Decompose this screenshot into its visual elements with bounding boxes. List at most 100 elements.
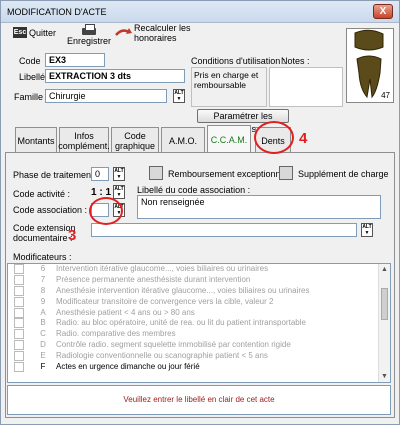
modificateur-code: B [40,318,46,328]
tooth-image: 47 [346,28,394,103]
supplement-label: Supplément de charge [298,169,389,179]
modificateur-description: Contrôle radio. segment squelette immobi… [56,340,291,350]
notes-box[interactable] [269,67,343,107]
recalc-button[interactable]: Recalculer les honoraires [114,23,210,43]
modification-acte-window: MODIFICATION D'ACTE X Esc Quitter Enregi… [0,0,400,425]
conditions-box: Pris en charge et remboursable [191,67,267,107]
code-extension-lookup-button[interactable]: ALT ▼ [361,223,373,237]
recalc-label: Recalculer les honoraires [134,23,191,43]
alt-text: ALT [362,224,372,230]
save-button[interactable]: Enregistrer [67,24,111,46]
tooth-number: 47 [381,91,390,100]
quit-label: Quitter [29,27,57,38]
association-marker-number: 3 [68,227,77,244]
esc-icon: Esc [13,27,27,38]
code-field[interactable]: EX3 [45,53,105,67]
famille-label: Famille [14,92,44,102]
modificateur-checkbox[interactable] [14,296,24,307]
quit-button[interactable]: Esc Quitter [13,27,56,38]
modificateur-description: Intervention itérative glaucome..., voie… [56,264,269,273]
modificateur-row[interactable]: 9 Modificateur transitoire de convergence… [8,296,390,308]
modificateur-code: F [40,362,46,372]
modificateur-code: 9 [40,296,46,306]
modificateur-checkbox[interactable] [14,340,24,351]
dents-tab-highlight-circle [254,121,294,154]
modificateur-checkbox[interactable] [14,362,24,373]
modificateur-checkbox[interactable] [14,264,24,274]
tab-montants[interactable]: Montants [15,127,57,153]
modificateur-checkbox[interactable] [14,274,24,285]
conditions-text: Pris en charge et remboursable [194,70,259,90]
famille-field[interactable]: Chirurgie [45,89,167,103]
alt-text: ALT [174,90,184,96]
close-button[interactable]: X [373,4,393,19]
modificateur-row[interactable]: 6 Intervention itérative glaucome..., voi… [8,264,390,275]
printer-icon [82,24,96,36]
modificateur-description: Anesthésie intervention itérative glauco… [56,285,310,295]
scroll-thumb[interactable] [381,288,388,320]
modificateur-description: Radio. au bloc opératoire, unité de rea.… [56,318,306,328]
modificateur-checkbox[interactable] [14,285,24,296]
modificateurs-scrollbar[interactable]: ▲ ▼ [378,264,390,382]
code-extension-label: Code extension documentaire : [13,223,76,243]
dents-marker-number: 4 [299,130,308,147]
alt-text: ALT [114,168,124,174]
modificateur-code: 8 [40,285,46,295]
code-extension-field[interactable] [91,223,357,237]
supplement-checkbox[interactable] [279,166,293,180]
save-label: Enregistrer [67,36,112,46]
window-title: MODIFICATION D'ACTE [7,7,107,17]
modificateur-row[interactable]: E Radiologie conventionnelle ou scanograp… [8,351,390,362]
modificateur-description: Anesthésie patient < 4 ans ou > 80 ans [56,307,195,317]
tab-ccam-label: C.C.A.M. [210,134,248,145]
modificateur-checkbox[interactable] [14,329,24,340]
conditions-label: Conditions d'utilisation : [191,56,286,66]
famille-lookup-button[interactable]: ALT ▼ [173,89,185,103]
tab-infos[interactable]: Infos complément. [58,127,110,153]
modificateur-code: 6 [40,264,46,273]
code-activite-lookup-button[interactable]: ALT ▼ [113,185,125,199]
modificateur-description: Radio. comparative des membres [56,329,176,339]
modificateur-row[interactable]: 8 Anesthésie intervention itérative glauc… [8,285,390,297]
modificateur-row[interactable]: B Radio. au bloc opératoire, unité de rea… [8,318,390,329]
libelle-assoc-label: Libellé du code association : [137,185,251,195]
modificateur-row[interactable]: A Anesthésie patient < 4 ans ou > 80 ans [8,307,390,319]
recalc-icon [115,28,132,36]
title-bar: MODIFICATION D'ACTE X [1,1,399,23]
modificateur-row[interactable]: 7 Présence permanente anesthésiste durant… [8,274,390,286]
scroll-down-icon[interactable]: ▼ [381,373,388,380]
modificateur-checkbox[interactable] [14,307,24,318]
modificateurs-list[interactable]: 6 Intervention itérative glaucome..., voi… [7,263,391,383]
remboursement-checkbox[interactable] [149,166,163,180]
modificateur-row[interactable]: C Radio. comparative des membres [8,329,390,340]
tab-code-graphique[interactable]: Code graphique [111,127,159,153]
association-highlight-circle [89,197,123,225]
phase-label: Phase de traitement : [13,170,99,180]
modificateur-code: 7 [40,274,46,284]
modificateurs-rows: 6 Intervention itérative glaucome..., voi… [8,264,390,373]
modificateur-checkbox[interactable] [14,351,24,362]
code-activite-label: Code activité : [13,189,71,199]
libelle-field[interactable]: EXTRACTION 3 dts [45,69,185,83]
code-label: Code [19,56,41,66]
phase-lookup-button[interactable]: ALT ▼ [113,167,125,181]
tab-amo[interactable]: A.M.O. [161,127,205,153]
modificateur-description: Présence permanente anesthésiste durant … [56,274,251,284]
modificateur-checkbox[interactable] [14,318,24,329]
modificateur-code: E [40,351,46,361]
scroll-up-icon[interactable]: ▲ [381,266,388,273]
modificateur-row[interactable]: D Contrôle radio. segment squelette immob… [8,340,390,351]
modificateur-code: D [40,340,46,350]
modificateur-code: C [40,329,46,339]
libelle-assoc-field: Non renseignée [137,195,381,219]
code-association-label: Code association : [13,205,88,215]
tab-ccam[interactable]: C.C.A.M. [207,125,251,153]
notes-label: Notes : [281,56,310,66]
modificateur-description: Actes en urgence dimanche ou jour férié [56,362,200,372]
libelle-label: Libellé [19,72,46,82]
modificateur-row[interactable]: F Actes en urgence dimanche ou jour férié [8,362,390,373]
modificateur-description: Modificateur transitoire de convergence … [56,296,274,306]
remboursement-label: Remboursement exceptionnel [168,169,288,179]
modificateurs-label: Modificateurs : [13,252,72,262]
phase-field[interactable]: 0 [91,167,109,181]
